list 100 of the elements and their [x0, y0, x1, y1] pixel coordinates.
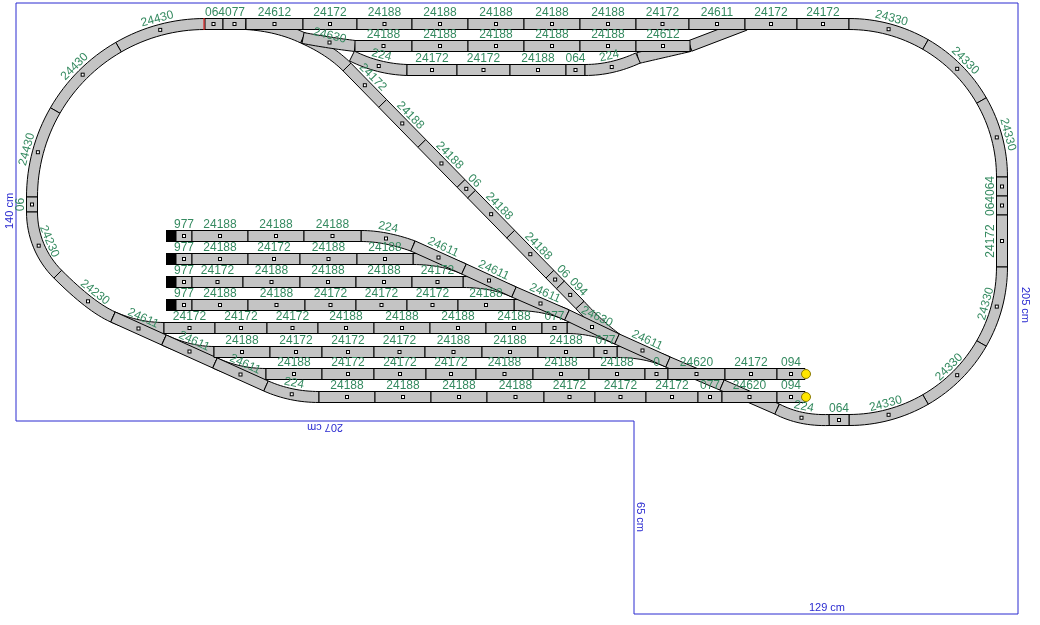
part-number-label: 24188 — [259, 217, 293, 231]
part-number-label: 24172 — [434, 355, 468, 369]
part-number-label: 24611 — [700, 5, 734, 19]
part-number-label: 24188 — [386, 378, 420, 392]
part-number-label: 24172 — [415, 51, 449, 65]
part-number-label: 24188 — [479, 27, 513, 41]
part-number-label: 24188 — [203, 240, 237, 254]
part-number-label: 094 — [781, 378, 801, 392]
part-number-label: 24172 — [275, 309, 310, 323]
part-number-label: 24172 — [382, 333, 417, 347]
end-stop-icon — [801, 369, 811, 379]
part-number-label: 24172 — [313, 286, 348, 300]
part-number-label: 977 — [174, 263, 194, 277]
part-number-label: 24172 — [983, 224, 997, 258]
part-number-label: 24188 — [423, 27, 457, 41]
part-number-label: 24188 — [549, 333, 583, 347]
part-number-label: 24188 — [493, 333, 527, 347]
part-number-label: 24188 — [544, 355, 578, 369]
part-number-label: 24188 — [535, 5, 569, 19]
part-number-label: 977 — [174, 240, 194, 254]
buffer-stop-icon — [166, 276, 176, 288]
part-number-label: 977 — [174, 217, 194, 231]
part-number-label: 24188 — [469, 286, 503, 300]
joint-marker — [203, 17, 205, 31]
part-number-label: 24172 — [200, 263, 235, 277]
part-number-label: 06 — [13, 197, 27, 212]
part-number-label: 06 — [465, 170, 485, 191]
part-number-label: 064 — [565, 51, 586, 65]
part-number-label: 24172 — [415, 286, 450, 300]
part-number-label: 24172 — [331, 333, 365, 347]
part-number-label: 24172 — [645, 5, 680, 19]
part-number-label: 24611 — [476, 256, 512, 283]
part-number-label: 24188 — [315, 217, 350, 231]
part-number-label: 24330 — [997, 116, 1020, 153]
part-number-label: 24330 — [873, 6, 910, 29]
dimension-label: 140 cm — [3, 192, 15, 230]
part-number-label: 064 — [829, 401, 849, 415]
part-number-label: 24188 — [436, 333, 471, 347]
part-number-label: 24172 — [383, 355, 417, 369]
part-number-label: 24611 — [176, 327, 213, 354]
part-number-label: 24188 — [479, 5, 513, 19]
part-number-label: 224 — [792, 397, 816, 415]
dimension-label: 65 cm — [635, 502, 647, 532]
part-number-label: 224 — [377, 217, 400, 236]
part-number-label: 24188 — [329, 309, 363, 323]
part-number-label: 24188 — [311, 240, 346, 254]
part-number-label: 24188 — [225, 333, 259, 347]
part-number-label: 24172 — [313, 5, 347, 19]
buffer-stop-icon — [166, 230, 176, 242]
buffer-stop-icon — [166, 299, 176, 311]
part-number-label: 24230 — [36, 223, 63, 260]
part-number-label: 24188 — [330, 378, 364, 392]
part-number-label: 24188 — [441, 309, 475, 323]
part-number-label: 24172 — [655, 378, 689, 392]
part-number-label: 24188 — [535, 27, 569, 41]
part-number-label: 064064 — [983, 176, 997, 216]
dimension-label: 129 cm — [808, 601, 846, 613]
part-number-label: 24172 — [420, 263, 455, 277]
part-number-label: 24172 — [466, 51, 501, 65]
part-number-label: 224 — [370, 45, 394, 64]
part-number-label: 24172 — [734, 355, 768, 369]
part-number-label: 24188 — [591, 5, 625, 19]
part-number-label: 24188 — [203, 286, 237, 300]
part-number-label: 24612 — [646, 27, 680, 41]
dimension-label: 207 cm — [306, 422, 344, 434]
part-number-label: 24611 — [527, 279, 563, 306]
part-number-label: 24430 — [15, 131, 38, 168]
part-number-label: 24330 — [867, 392, 904, 415]
part-number-label: 24172 — [552, 378, 587, 392]
part-number-label: 24172 — [257, 240, 291, 254]
part-number-label: 24611 — [425, 233, 462, 260]
part-number-label: 224 — [597, 46, 621, 65]
part-number-label: 24612 — [257, 5, 292, 19]
part-number-label: 24188 — [498, 378, 533, 392]
part-number-label: 094 — [781, 355, 801, 369]
part-number-label: 24620 — [679, 355, 714, 369]
part-number-label: 24172 — [364, 286, 399, 300]
part-number-label: 24611 — [227, 350, 264, 377]
part-number-label: 24172 — [224, 309, 258, 323]
part-number-label: 24188 — [367, 263, 401, 277]
end-stop-icon — [801, 392, 811, 402]
track-piece — [378, 99, 427, 148]
part-number-label: 24172 — [172, 309, 207, 323]
part-number-label: 24611 — [125, 304, 162, 331]
part-number-label: 24172 — [279, 333, 313, 347]
part-number-label: 224 — [282, 373, 306, 392]
part-number-label: 977 — [174, 286, 194, 300]
part-number-label: 24430 — [139, 7, 176, 30]
part-number-label: 24172 — [603, 378, 638, 392]
dimension-label: 205 cm — [1020, 286, 1032, 324]
part-number-label: 24188 — [368, 240, 402, 254]
part-number-label: 24172 — [806, 5, 840, 19]
part-number-label: 24188 — [259, 286, 294, 300]
part-number-label: 24188 — [203, 217, 237, 231]
part-number-label: 24188 — [521, 51, 555, 65]
part-number-label: 24188 — [487, 355, 522, 369]
part-number-label: 24188 — [385, 309, 419, 323]
part-number-label: 064077 — [205, 5, 245, 19]
part-number-label: 24188 — [367, 5, 402, 19]
part-number-label: 24188 — [600, 355, 634, 369]
